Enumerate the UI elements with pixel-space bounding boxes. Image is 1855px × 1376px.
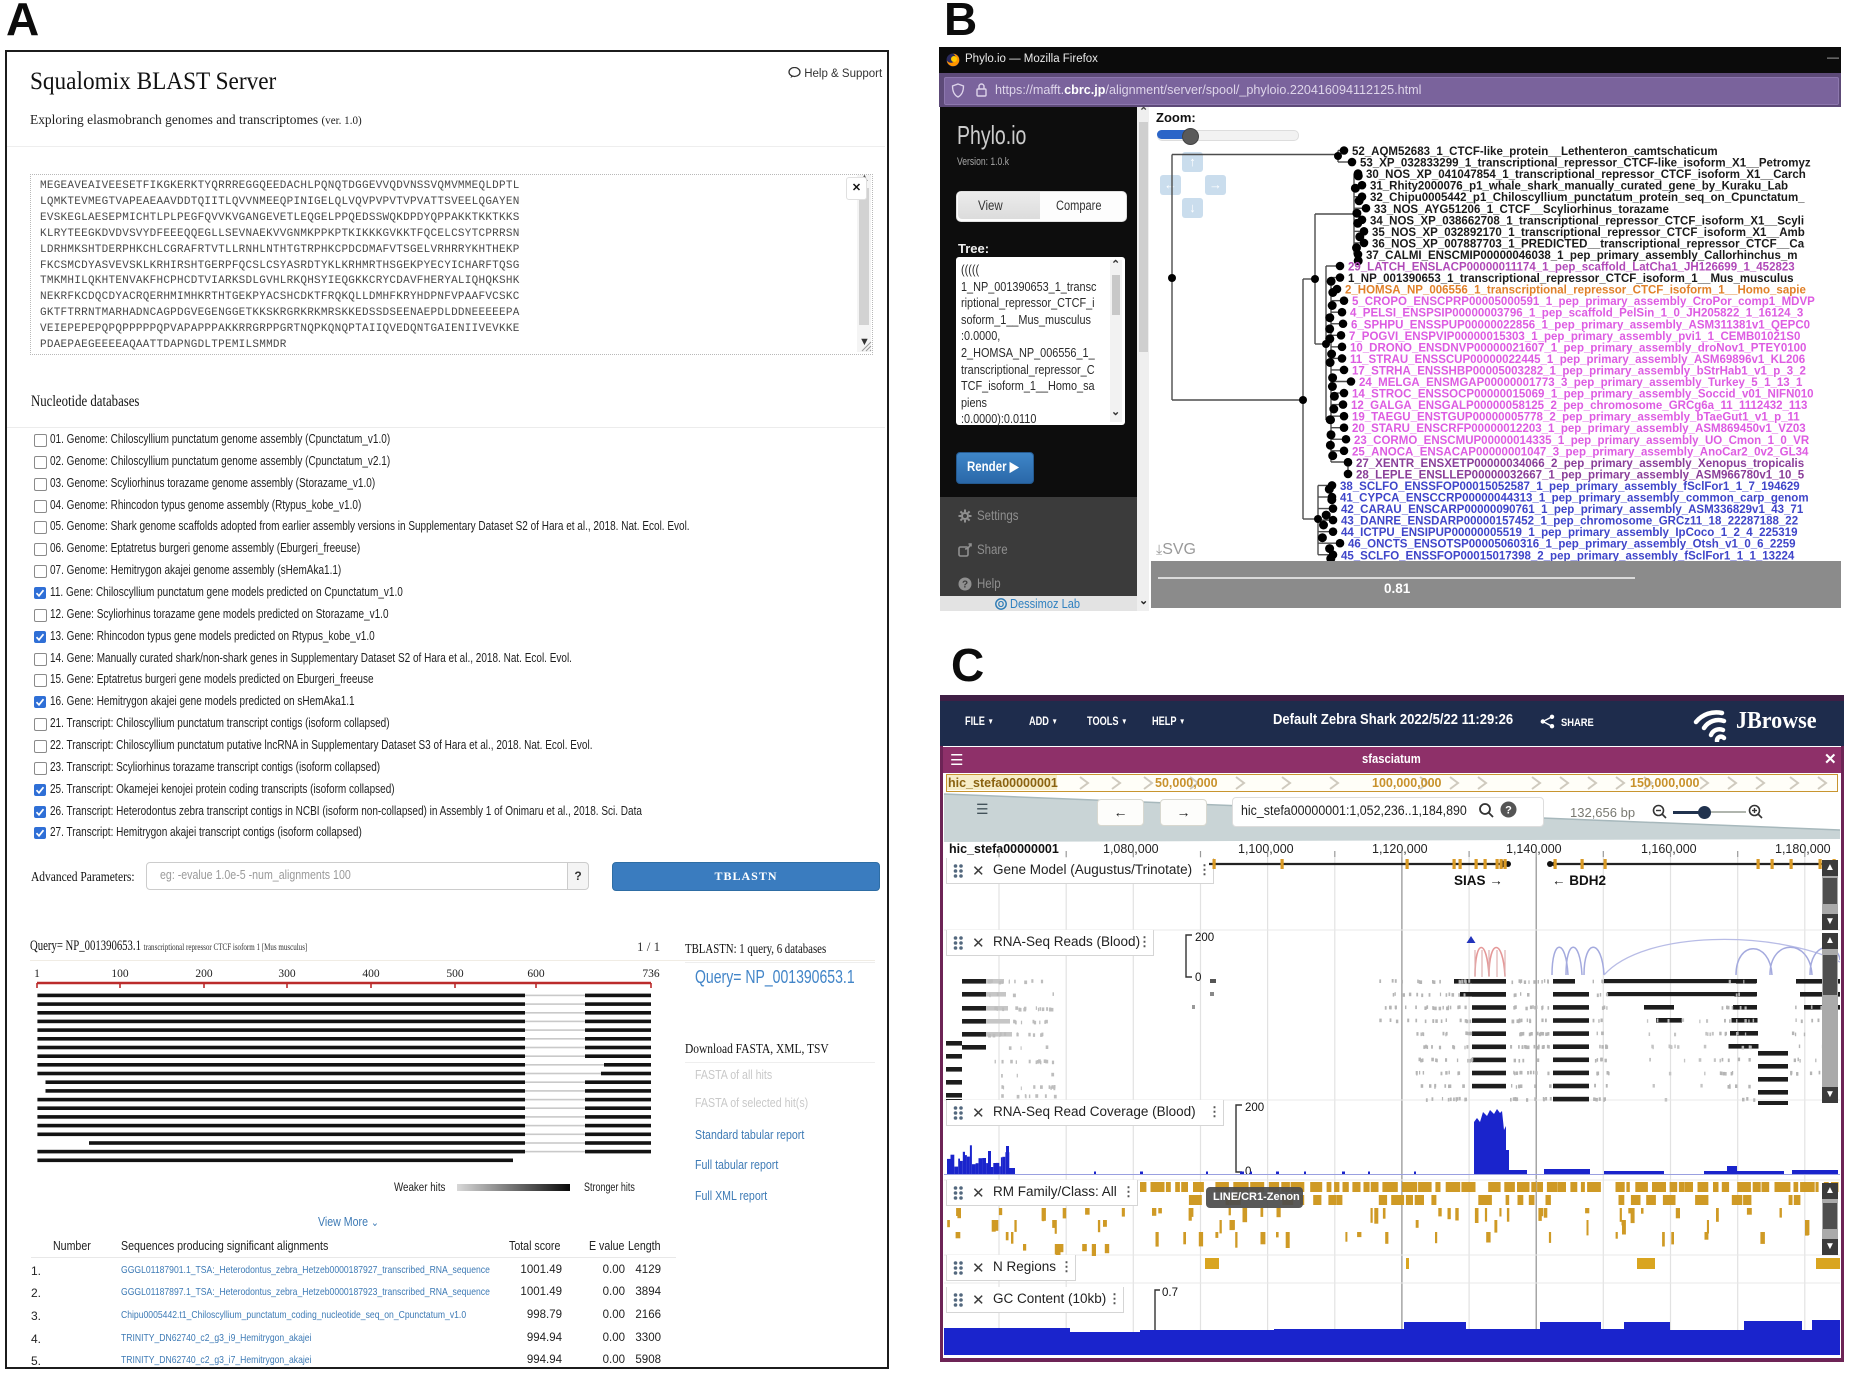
svg-text:200: 200 bbox=[195, 968, 213, 980]
svg-text:2_HOMSA_NP_006556_1_transcript: 2_HOMSA_NP_006556_1_transcriptional_repr… bbox=[1345, 285, 1806, 297]
svg-text:52_AQM52683_1_CTCF-like_protei: 52_AQM52683_1_CTCF-like_protein__Lethent… bbox=[1352, 146, 1718, 158]
svg-text:31_Rhity2000076_p1_whale_shark: 31_Rhity2000076_p1_whale_shark_manually_… bbox=[1370, 181, 1788, 193]
svg-text:11_STRAU_ENSSCUP00000022445_1_: 11_STRAU_ENSSCUP00000022445_1_pep_primar… bbox=[1350, 354, 1805, 366]
svg-text:25_ANOCA_ENSACAP00000001047_3_: 25_ANOCA_ENSACAP00000001047_3_pep_primar… bbox=[1352, 446, 1809, 458]
svg-text:17_STRHA_ENSSHBP00005003282_1_: 17_STRHA_ENSSHBP00005003282_1_pep_primar… bbox=[1352, 365, 1806, 377]
svg-text:37_CALMI_ENSCMIP00000046038_1_: 37_CALMI_ENSCMIP00000046038_1_pep_primar… bbox=[1366, 250, 1797, 262]
svg-text:14_STROC_ENSSOCP00000015069_1_: 14_STROC_ENSSOCP00000015069_1_pep_primar… bbox=[1352, 389, 1814, 401]
svg-text:4_PELSI_ENSPSIP00000003796_1_p: 4_PELSI_ENSPSIP00000003796_1_pep_scaffol… bbox=[1350, 308, 1803, 320]
svg-text:23_CORMO_ENSCMUP00000014335_1_: 23_CORMO_ENSCMUP00000014335_1_pep_primar… bbox=[1354, 435, 1810, 447]
svg-text:7_POGVI_ENSPVIP00000015303_1_p: 7_POGVI_ENSPVIP00000015303_1_pep_primary… bbox=[1349, 331, 1800, 343]
svg-text:53_XP_032833299_1_transcriptio: 53_XP_032833299_1_transcriptional_repres… bbox=[1360, 158, 1811, 170]
svg-text:34_NOS_XP_038662708_1_transcri: 34_NOS_XP_038662708_1_transcriptional_re… bbox=[1370, 215, 1804, 227]
svg-text:1: 1 bbox=[34, 968, 40, 980]
svg-text:36_NOS_XP_007887703_1_PREDICTE: 36_NOS_XP_007887703_1_PREDICTED__transcr… bbox=[1372, 238, 1805, 250]
svg-text:736: 736 bbox=[642, 968, 660, 980]
svg-text:19_TAEGU_ENSTGUP00000005778_2_: 19_TAEGU_ENSTGUP00000005778_2_pep_primar… bbox=[1352, 412, 1800, 424]
svg-text:600: 600 bbox=[527, 968, 545, 980]
svg-text:1_NP_001390653_1_transcription: 1_NP_001390653_1_transcriptional_repress… bbox=[1348, 273, 1794, 285]
svg-text:45_SCLFO_ENSSFOP00015017398_2_: 45_SCLFO_ENSSFOP00015017398_2_pep_primar… bbox=[1341, 550, 1795, 561]
svg-text:O: O bbox=[998, 600, 1004, 609]
svg-text:5_CROPO_ENSCPRP00005000591_1_p: 5_CROPO_ENSCPRP00005000591_1_pep_primary… bbox=[1352, 296, 1815, 308]
svg-text:29_LATCH_ENSLACP00000011174_1_: 29_LATCH_ENSLACP00000011174_1_pep_scaffo… bbox=[1348, 262, 1795, 274]
svg-text:24_MELGA_ENSMGAP00000001773_3_: 24_MELGA_ENSMGAP00000001773_3_pep_primar… bbox=[1359, 377, 1803, 389]
svg-text:41_CYPCA_ENSCCRP00000044313_1_: 41_CYPCA_ENSCCRP00000044313_1_pep_primar… bbox=[1340, 493, 1809, 505]
svg-text:100: 100 bbox=[111, 968, 129, 980]
svg-text:30_NOS_XP_041047854_1_transcri: 30_NOS_XP_041047854_1_transcriptional_re… bbox=[1366, 169, 1806, 181]
svg-text:32_Chipu0005442_p1_Chiloscylli: 32_Chipu0005442_p1_Chiloscyllium_punctat… bbox=[1370, 192, 1805, 204]
svg-text:500: 500 bbox=[446, 968, 464, 980]
svg-text:27_XENTR_ENSXETP00000034066_2_: 27_XENTR_ENSXETP00000034066_2_pep_primar… bbox=[1356, 458, 1804, 470]
svg-text:43_DANRE_ENSDARP00000157452_1_: 43_DANRE_ENSDARP00000157452_1_pep_chromo… bbox=[1341, 516, 1798, 528]
svg-text:?: ? bbox=[1505, 805, 1512, 817]
svg-text:6_SPHPU_ENSSPUP00000022856_1_p: 6_SPHPU_ENSSPUP00000022856_1_pep_primary… bbox=[1351, 319, 1810, 331]
svg-text:?: ? bbox=[962, 580, 968, 591]
svg-text:12_GALGA_ENSGALP00000058125_2_: 12_GALGA_ENSGALP00000058125_2_pep_chromo… bbox=[1351, 400, 1807, 412]
svg-text:28_LEPLE_ENSLLEP00000032667_1_: 28_LEPLE_ENSLLEP00000032667_1_pep_primar… bbox=[1356, 469, 1805, 481]
svg-text:20_STARU_ENSCRFP00000012203_1_: 20_STARU_ENSCRFP00000012203_1_pep_primar… bbox=[1352, 423, 1806, 435]
svg-text:46_ONCTS_ENSOTSP00005060316_1_: 46_ONCTS_ENSOTSP00005060316_1_pep_primar… bbox=[1348, 539, 1796, 551]
svg-text:44_ICTPU_ENSIPUP00000005519_1_: 44_ICTPU_ENSIPUP00000005519_1_pep_primar… bbox=[1341, 527, 1797, 539]
svg-text:300: 300 bbox=[278, 968, 296, 980]
svg-text:38_SCLFO_ENSSFOP00015052587_1_: 38_SCLFO_ENSSFOP00015052587_1_pep_primar… bbox=[1340, 481, 1800, 493]
svg-text:0.7: 0.7 bbox=[1162, 1287, 1178, 1299]
svg-text:400: 400 bbox=[362, 968, 380, 980]
svg-text:42_CARAU_ENSCARP00000090761_1_: 42_CARAU_ENSCARP00000090761_1_pep_primar… bbox=[1341, 504, 1804, 516]
svg-text:10_DRONO_ENSDNVP00000021607_1_: 10_DRONO_ENSDNVP00000021607_1_pep_primar… bbox=[1350, 342, 1806, 354]
svg-text:33_NOS_AYG51206_1_CTCF__Scylio: 33_NOS_AYG51206_1_CTCF__Scyliorhinus_tor… bbox=[1374, 204, 1669, 216]
svg-text:35_NOS_XP_032892170_1_transcri: 35_NOS_XP_032892170_1_transcriptional_re… bbox=[1372, 227, 1805, 239]
